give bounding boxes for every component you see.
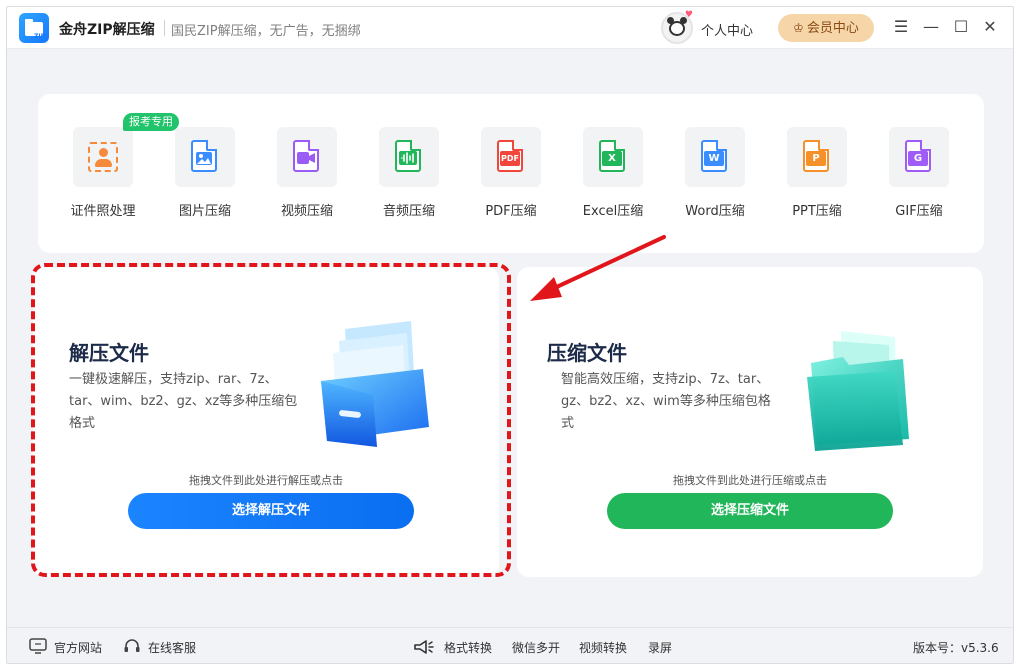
tool-label: GIF压缩	[895, 204, 943, 219]
tool-label: 图片压缩	[178, 204, 231, 219]
app-window: ZIP 金舟ZIP解压缩 国民ZIP解压缩，无广告，无捆绑 ♥ 个人中心 ♔ 会员…	[6, 6, 1014, 664]
tool-label: PDF压缩	[485, 204, 537, 219]
wechat-multi-link[interactable]: 微信多开	[512, 639, 560, 656]
app-slogan: 国民ZIP解压缩，无广告，无捆绑	[171, 24, 361, 39]
tool-label: Excel压缩	[582, 204, 644, 219]
tool-excel-compress[interactable]: X Excel压缩	[568, 127, 658, 219]
choose-compress-file-button[interactable]: 选择压缩文件	[607, 493, 893, 529]
tools-panel: 报考专用 证件照处理 图片压缩 视频压缩 音频压缩 PDF PDF压缩 X Ex…	[38, 94, 984, 253]
close-button[interactable]: ✕	[980, 17, 1000, 37]
bow-icon: ♥	[684, 10, 693, 20]
tool-pdf-compress[interactable]: PDF PDF压缩	[466, 127, 556, 219]
compress-title: 压缩文件	[547, 341, 627, 365]
ppt-glyph: P	[806, 151, 826, 166]
audio-icon	[379, 127, 439, 187]
tool-video-compress[interactable]: 视频压缩	[262, 127, 352, 219]
minimize-button[interactable]: —	[921, 17, 941, 37]
video-icon	[277, 127, 337, 187]
app-name: 金舟ZIP解压缩	[59, 22, 155, 38]
tool-id-photo[interactable]: 报考专用 证件照处理	[58, 113, 179, 219]
app-logo-text: ZIP	[34, 33, 45, 40]
title-divider	[164, 20, 165, 36]
folder-illustration-icon	[807, 331, 909, 451]
vip-center-label: 会员中心	[806, 21, 859, 36]
screen-record-link[interactable]: 录屏	[648, 639, 672, 656]
compress-hint: 拖拽文件到此处进行压缩或点击	[673, 474, 827, 487]
image-icon	[175, 127, 235, 187]
tool-label: PPT压缩	[792, 204, 842, 219]
title-bar: ZIP 金舟ZIP解压缩 国民ZIP解压缩，无广告，无捆绑 ♥ 个人中心 ♔ 会员…	[7, 7, 1013, 49]
online-support-link[interactable]: 在线客服	[148, 639, 196, 656]
tool-ppt-compress[interactable]: P PPT压缩	[772, 127, 862, 219]
excel-glyph: X	[602, 151, 622, 166]
gif-icon: G	[889, 127, 949, 187]
official-website-link[interactable]: 官方网站	[54, 639, 102, 656]
tool-label: 音频压缩	[382, 204, 435, 219]
monitor-icon	[29, 638, 47, 654]
highlight-box	[31, 263, 511, 577]
id-photo-icon	[73, 127, 133, 187]
tool-label: 证件照处理	[70, 204, 136, 219]
avatar[interactable]: ♥	[661, 10, 693, 44]
tool-audio-compress[interactable]: 音频压缩	[364, 127, 454, 219]
pdf-glyph: PDF	[500, 151, 520, 166]
tool-image-compress[interactable]: 图片压缩	[160, 127, 250, 219]
ppt-icon: P	[787, 127, 847, 187]
word-icon: W	[685, 127, 745, 187]
footer-bar: 官方网站 在线客服 格式转换 微信多开 视频转换 录屏 版本号：v5.3.6	[7, 627, 1013, 663]
compress-drop-zone[interactable]: 压缩文件 智能高效压缩，支持zip、7z、tar、gz、bz2、xz、wim等多…	[517, 267, 983, 577]
compress-description: 智能高效压缩，支持zip、7z、tar、gz、bz2、xz、wim等多种压缩包格…	[561, 372, 771, 431]
pdf-icon: PDF	[481, 127, 541, 187]
tool-label: Word压缩	[685, 204, 745, 219]
format-convert-link[interactable]: 格式转换	[444, 639, 492, 656]
pointer-arrow-icon	[530, 235, 666, 301]
vip-center-button[interactable]: ♔ 会员中心	[778, 14, 874, 42]
maximize-button[interactable]: ☐	[951, 17, 971, 37]
version-label: 版本号：v5.3.6	[913, 641, 999, 655]
tool-label: 视频压缩	[280, 204, 333, 219]
crown-icon: ♔	[793, 21, 804, 35]
excel-icon: X	[583, 127, 643, 187]
tool-word-compress[interactable]: W Word压缩	[670, 127, 760, 219]
megaphone-icon	[414, 640, 434, 654]
word-glyph: W	[704, 151, 724, 166]
gif-glyph: G	[908, 151, 928, 166]
menu-icon[interactable]: ☰	[891, 17, 911, 37]
tool-gif-compress[interactable]: G GIF压缩	[874, 127, 964, 219]
video-convert-link[interactable]: 视频转换	[579, 639, 627, 656]
user-center-link[interactable]: 个人中心	[701, 20, 753, 39]
headset-icon	[124, 639, 140, 652]
app-logo-icon: ZIP	[19, 13, 49, 43]
